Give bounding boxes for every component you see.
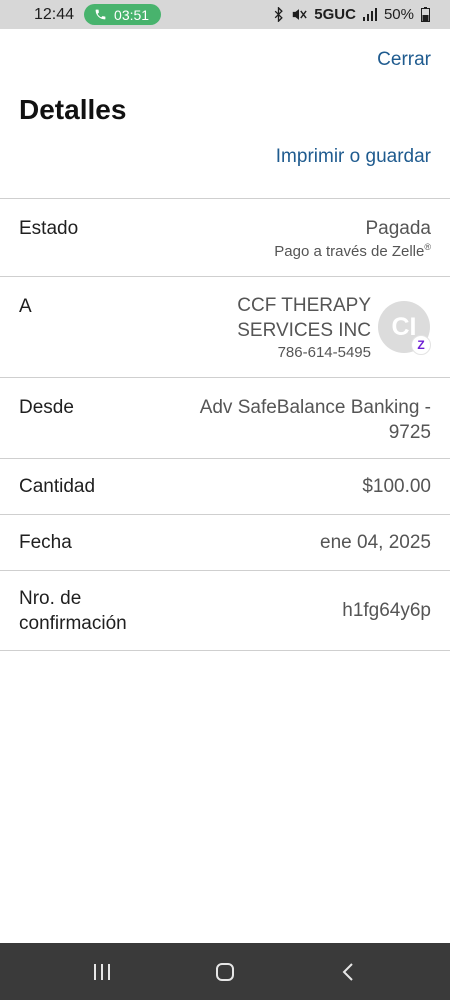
a-label: A <box>19 296 32 317</box>
ongoing-call-pill[interactable]: 03:51 <box>84 4 162 25</box>
status-left: 12:44 03:51 <box>34 4 162 25</box>
battery-percent: 50% <box>383 6 414 23</box>
fecha-label: Fecha <box>19 532 72 553</box>
detail-row-confirmacion: Nro. de confirmación h1fg64y6p <box>0 571 450 650</box>
battery-icon <box>421 7 430 22</box>
estado-sub-text: Pago a través de Zelle <box>274 243 425 260</box>
desde-value: Adv SafeBalance Banking - 9725 <box>199 397 431 443</box>
detail-row-estado: Estado Pagada Pago a través de Zelle® <box>0 199 450 276</box>
estado-value: Pagada <box>365 218 431 239</box>
detail-row-cantidad: Cantidad $100.00 <box>0 459 450 514</box>
close-button[interactable]: Cerrar <box>377 49 431 71</box>
home-button[interactable] <box>200 952 250 992</box>
signal-icon <box>362 8 377 21</box>
cantidad-label: Cantidad <box>19 476 96 497</box>
detail-row-a: A CCF THERAPY SERVICES INC 786-614-5495 … <box>0 277 450 377</box>
estado-sub: Pago a través de Zelle® <box>274 242 431 260</box>
detail-row-fecha: Fecha ene 04, 2025 <box>0 515 450 570</box>
system-nav-bar <box>0 943 450 1000</box>
back-button[interactable] <box>323 952 373 992</box>
details-list: Estado Pagada Pago a través de Zelle® A … <box>0 198 450 651</box>
detail-row-desde: Desde Adv SafeBalance Banking - 9725 <box>0 378 450 458</box>
home-icon <box>215 962 234 981</box>
bluetooth-icon <box>273 7 284 22</box>
recent-apps-button[interactable] <box>77 952 127 992</box>
registered-mark: ® <box>424 242 431 252</box>
fecha-value: ene 04, 2025 <box>320 532 431 553</box>
recent-apps-icon <box>93 963 110 980</box>
desde-label: Desde <box>19 397 74 418</box>
status-time: 12:44 <box>34 5 75 23</box>
estado-label: Estado <box>19 218 79 239</box>
confirmacion-label: Nro. de confirmación <box>19 588 127 634</box>
status-right: 5GUC 50% <box>273 6 430 23</box>
confirmacion-value: h1fg64y6p <box>342 600 431 621</box>
call-timer: 03:51 <box>114 6 150 23</box>
payee-phone: 786-614-5495 <box>277 344 371 361</box>
payee-name: CCF THERAPY SERVICES INC <box>237 295 371 341</box>
network-type: 5GUC <box>314 6 356 23</box>
divider <box>0 650 450 651</box>
print-or-save-button[interactable]: Imprimir o guardar <box>276 146 431 168</box>
cantidad-value: $100.00 <box>362 476 431 497</box>
mute-icon <box>291 7 307 22</box>
back-icon <box>342 962 354 981</box>
zelle-icon: Z <box>411 335 431 355</box>
phone-icon <box>95 9 106 20</box>
status-bar: 12:44 03:51 5GUC 50% <box>0 0 450 29</box>
page-title: Detalles <box>19 94 127 125</box>
